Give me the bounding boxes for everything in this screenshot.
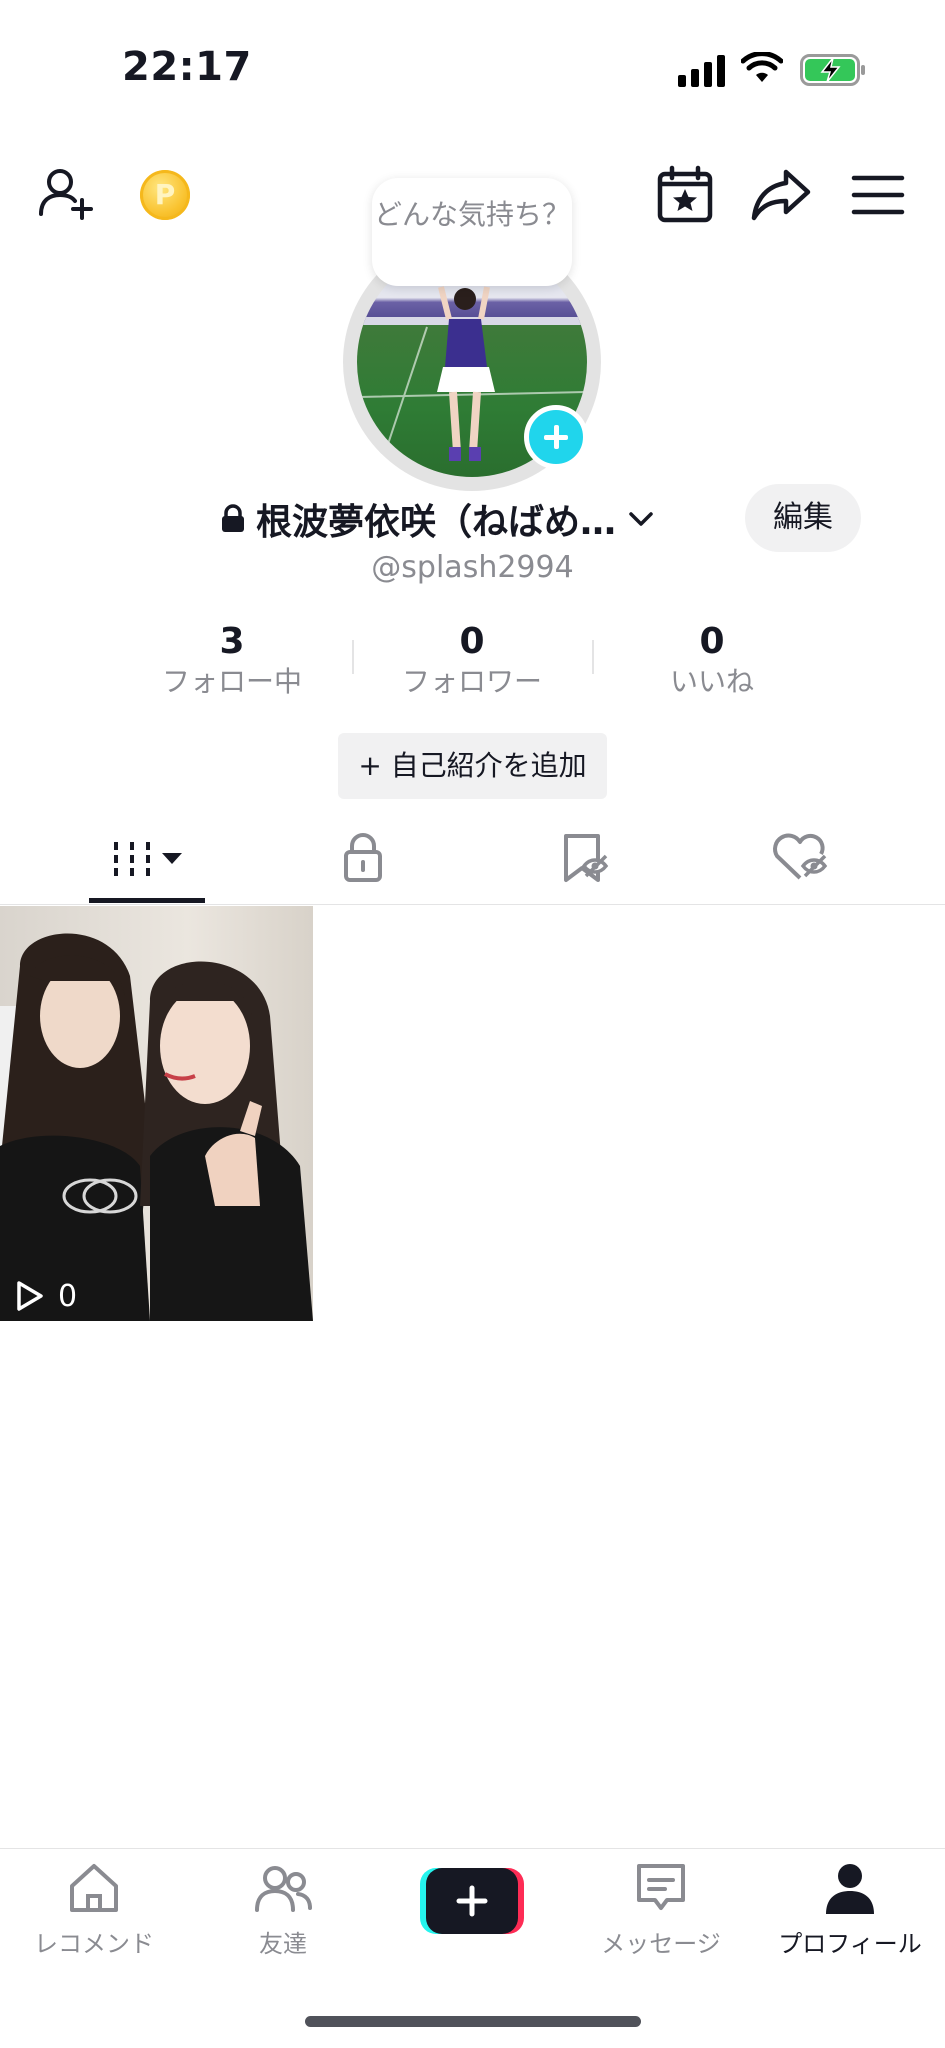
display-name: 根波夢依咲（ねばめ…: [256, 502, 617, 543]
nav-messages[interactable]: メッセージ: [586, 1860, 736, 1959]
stat-value: 0: [459, 621, 485, 662]
tab-divider: [0, 904, 945, 905]
view-count: 0: [58, 1278, 78, 1314]
coin-letter: P: [154, 178, 176, 211]
nav-label: レコメンド: [34, 1930, 154, 1958]
video-view-count: 0: [14, 1278, 77, 1314]
message-icon: [637, 1864, 685, 1910]
share-icon[interactable]: [748, 162, 814, 228]
add-avatar-button[interactable]: [524, 405, 588, 469]
lock-tab-icon[interactable]: [318, 826, 408, 888]
wifi-icon: [741, 52, 783, 82]
mood-bubble[interactable]: どんな気持ち？: [372, 178, 572, 286]
username: @splash2994: [371, 550, 574, 585]
hidden-heart-icon[interactable]: [755, 826, 845, 888]
add-bio-button[interactable]: + 自己紹介を追加: [338, 733, 607, 799]
profile-icon: [826, 1864, 874, 1914]
stat-label: フォロワー: [401, 665, 542, 698]
play-icon: [17, 1281, 43, 1311]
stat-value: 3: [219, 621, 245, 662]
grid-icon[interactable]: [102, 826, 192, 888]
stat-label: フォロー中: [161, 665, 302, 698]
nav-label: プロフィール: [778, 1930, 922, 1958]
nav-profile[interactable]: プロフィール: [775, 1860, 925, 1959]
video-thumbnail-image: [0, 933, 313, 1321]
home-indicator: [305, 2016, 641, 2027]
edit-profile-button[interactable]: 編集: [745, 484, 861, 552]
nav-friends[interactable]: 友達: [208, 1860, 358, 1959]
stat-label: いいね: [669, 665, 754, 698]
nav-label: メッセージ: [601, 1930, 721, 1958]
nav-label: 友達: [259, 1930, 307, 1958]
stat-following[interactable]: 3 フォロー中: [112, 620, 352, 700]
cellular-signal-icon: [678, 53, 726, 87]
stat-likes[interactable]: 0 いいね: [592, 620, 832, 700]
calendar-star-icon[interactable]: [652, 162, 718, 228]
stat-followers[interactable]: 0 フォロワー: [352, 620, 592, 700]
chevron-down-icon: [629, 512, 653, 526]
stat-value: 0: [699, 621, 725, 662]
hidden-bookmark-icon[interactable]: [538, 826, 628, 888]
lock-icon: [222, 504, 244, 532]
add-friend-icon[interactable]: [34, 162, 100, 228]
menu-icon[interactable]: [845, 162, 911, 228]
active-tab-indicator: [89, 898, 205, 903]
coin-icon[interactable]: P: [140, 170, 190, 220]
video-thumbnail[interactable]: [0, 906, 313, 1321]
nav-home[interactable]: レコメンド: [19, 1860, 169, 1959]
friends-icon: [255, 1866, 312, 1912]
status-time: 22:17: [122, 44, 252, 90]
home-icon: [70, 1864, 118, 1912]
bottom-nav-divider: [0, 1848, 945, 1849]
create-button[interactable]: [420, 1868, 524, 1934]
battery-charging-icon: [800, 54, 865, 86]
display-name-row[interactable]: 根波夢依咲（ねばめ…: [220, 492, 656, 546]
